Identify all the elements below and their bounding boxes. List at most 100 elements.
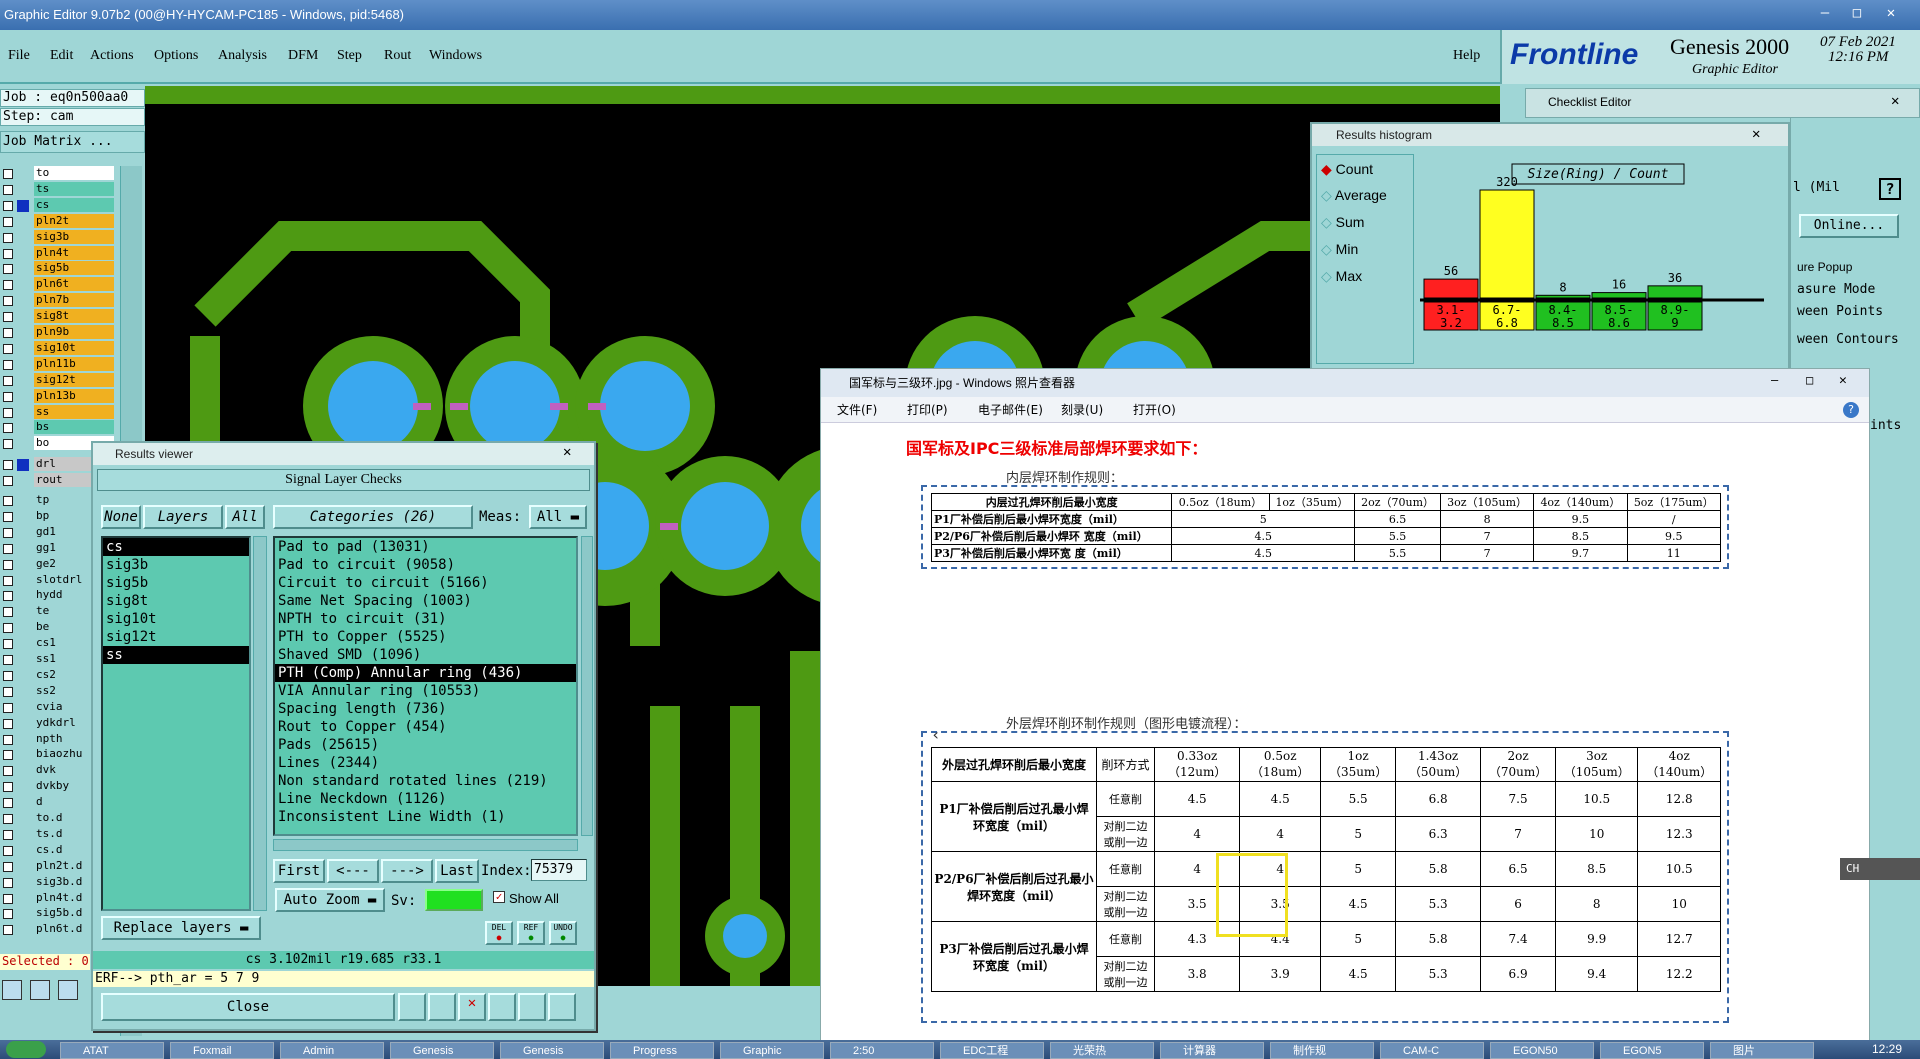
- layer-row[interactable]: pln9b: [0, 325, 118, 340]
- help-icon[interactable]: ?: [1843, 402, 1859, 418]
- histogram-bar[interactable]: [1647, 285, 1703, 299]
- layer-checkbox[interactable]: [3, 830, 13, 840]
- layer-row[interactable]: ss: [0, 405, 118, 420]
- layer-checkbox[interactable]: [3, 862, 13, 872]
- histogram-bar[interactable]: [1423, 278, 1479, 299]
- layer-checkbox[interactable]: [3, 476, 13, 486]
- menu-step[interactable]: Step: [337, 48, 362, 64]
- layer-result-item[interactable]: cs: [103, 538, 249, 556]
- layer-checkbox[interactable]: [3, 312, 13, 322]
- layer-checkbox[interactable]: [3, 591, 13, 601]
- all-button[interactable]: All: [225, 505, 265, 529]
- layer-row[interactable]: sig12t: [0, 373, 118, 388]
- tool-icon[interactable]: [2, 980, 22, 1000]
- layer-checkbox[interactable]: [3, 639, 13, 649]
- category-scrollbar[interactable]: [581, 536, 593, 836]
- menu-options[interactable]: Options: [154, 48, 198, 64]
- menu-help[interactable]: Help: [1453, 48, 1480, 64]
- layer-checkbox[interactable]: [3, 735, 13, 745]
- category-item[interactable]: Line Neckdown (1126): [275, 790, 576, 808]
- layer-checkbox[interactable]: [3, 544, 13, 554]
- layer-checkbox[interactable]: [3, 328, 13, 338]
- layer-checkbox[interactable]: [3, 560, 13, 570]
- online-button[interactable]: Online...: [1799, 214, 1899, 238]
- tool-icon[interactable]: [30, 980, 50, 1000]
- next-button[interactable]: --->: [381, 859, 433, 883]
- layer-result-item[interactable]: sig3b: [103, 556, 249, 574]
- category-item[interactable]: Inconsistent Line Width (1): [275, 808, 576, 826]
- layer-row[interactable]: sig5b: [0, 261, 118, 276]
- layer-checkbox[interactable]: [3, 233, 13, 243]
- taskbar-item[interactable]: EDC工程: [940, 1042, 1044, 1059]
- prev-button[interactable]: <---: [327, 859, 379, 883]
- taskbar-item[interactable]: 图片: [1710, 1042, 1814, 1059]
- taskbar-item[interactable]: 光荣热: [1050, 1042, 1154, 1059]
- layer-checkbox[interactable]: [3, 528, 13, 538]
- layer-row[interactable]: sig10t: [0, 341, 118, 356]
- taskbar-item[interactable]: 2:50: [830, 1042, 934, 1059]
- undo-button[interactable]: UNDO ●: [549, 921, 577, 945]
- histogram-bar[interactable]: [1535, 294, 1591, 299]
- minimize-icon[interactable]: —: [1771, 373, 1778, 387]
- layer-checkbox[interactable]: [3, 460, 13, 470]
- layer-result-item[interactable]: ss: [103, 646, 249, 664]
- index-input[interactable]: 75379: [531, 859, 587, 881]
- minimize-button[interactable]: —: [1810, 2, 1840, 24]
- categories-button[interactable]: Categories (26): [273, 505, 473, 529]
- layer-row[interactable]: sig3b: [0, 230, 118, 245]
- layer-checkbox[interactable]: [3, 169, 13, 179]
- category-item[interactable]: Rout to Copper (454): [275, 718, 576, 736]
- measure-between-points[interactable]: ween Points: [1797, 304, 1883, 319]
- layer-result-item[interactable]: sig12t: [103, 628, 249, 646]
- layer-row[interactable]: pln2t: [0, 214, 118, 229]
- histogram-bar[interactable]: [1591, 292, 1647, 299]
- menu-actions[interactable]: Actions: [90, 48, 134, 64]
- layer-checkbox[interactable]: [3, 280, 13, 290]
- close-button[interactable]: Close: [101, 993, 395, 1021]
- layer-checkbox[interactable]: [3, 814, 13, 824]
- layer-checkbox[interactable]: [3, 264, 13, 274]
- layer-checkbox[interactable]: [3, 846, 13, 856]
- layer-result-item[interactable]: sig10t: [103, 610, 249, 628]
- show-all-checkbox[interactable]: ✓: [493, 891, 505, 903]
- toolbar-icon[interactable]: [488, 993, 516, 1021]
- layer-checkbox[interactable]: [3, 576, 13, 586]
- layer-checkbox[interactable]: [3, 719, 13, 729]
- start-button[interactable]: [6, 1041, 46, 1058]
- category-item[interactable]: Non standard rotated lines (219): [275, 772, 576, 790]
- taskbar-item[interactable]: Admin: [280, 1042, 384, 1059]
- layer-checkbox[interactable]: [3, 496, 13, 506]
- category-item[interactable]: Same Net Spacing (1003): [275, 592, 576, 610]
- taskbar-item[interactable]: 制作规: [1270, 1042, 1374, 1059]
- layer-row[interactable]: sig8t: [0, 309, 118, 324]
- layer-checkbox[interactable]: [3, 439, 13, 449]
- category-item[interactable]: Pad to circuit (9058): [275, 556, 576, 574]
- category-item[interactable]: VIA Annular ring (10553): [275, 682, 576, 700]
- layer-row[interactable]: bs: [0, 420, 118, 435]
- option-sum[interactable]: ◇ Sum: [1321, 214, 1364, 231]
- replace-layers-select[interactable]: Replace layers ▬: [101, 916, 261, 940]
- taskbar-item[interactable]: EGON50: [1490, 1042, 1594, 1059]
- close-icon[interactable]: ✕: [563, 444, 571, 460]
- layer-row[interactable]: pln11b: [0, 357, 118, 372]
- option-average[interactable]: ◇ Average: [1321, 187, 1387, 204]
- layer-checkbox[interactable]: [3, 392, 13, 402]
- layer-row[interactable]: cs: [0, 198, 118, 213]
- taskbar-item[interactable]: ATAT: [60, 1042, 164, 1059]
- category-item[interactable]: Circuit to circuit (5166): [275, 574, 576, 592]
- taskbar-item[interactable]: Genesis: [390, 1042, 494, 1059]
- menu-edit[interactable]: Edit: [50, 48, 73, 64]
- pv-menu-burn[interactable]: 刻录(U): [1061, 397, 1103, 423]
- layer-checkbox[interactable]: [3, 687, 13, 697]
- measure-mode[interactable]: asure Mode: [1797, 282, 1875, 297]
- layer-row[interactable]: pln7b: [0, 293, 118, 308]
- close-window-button[interactable]: ✕: [1876, 2, 1906, 24]
- layer-checkbox[interactable]: [3, 703, 13, 713]
- layer-checkbox[interactable]: [3, 296, 13, 306]
- layer-checkbox[interactable]: [3, 925, 13, 935]
- layer-row[interactable]: pln13b: [0, 389, 118, 404]
- help-icon[interactable]: ?: [1879, 178, 1901, 200]
- layer-checkbox[interactable]: [3, 655, 13, 665]
- layer-row[interactable]: ts: [0, 182, 118, 197]
- category-hscrollbar[interactable]: [273, 839, 578, 851]
